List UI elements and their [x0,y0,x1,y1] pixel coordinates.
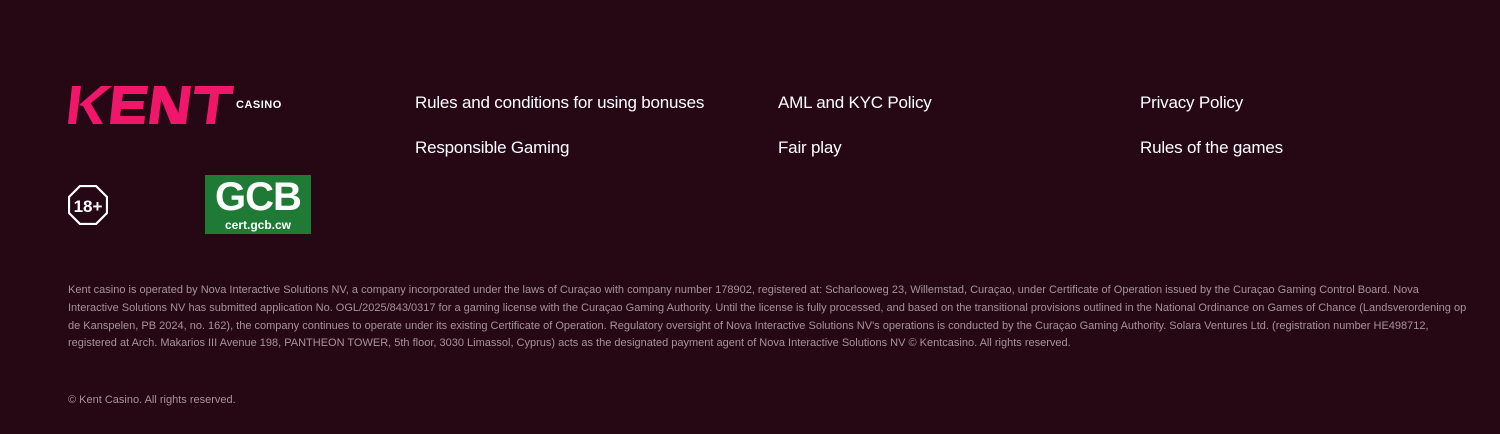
link-privacy-policy[interactable]: Privacy Policy [1140,93,1243,113]
certification-badges: 18+ GCB cert.gcb.cw [68,175,318,235]
kent-wordmark [68,86,234,124]
link-responsible-gaming[interactable]: Responsible Gaming [415,138,569,158]
gcb-title: GCB [215,174,302,219]
footer-nav: Rules and conditions for using bonuses A… [415,93,1415,163]
link-rules-of-games[interactable]: Rules of the games [1140,138,1283,158]
link-aml-kyc-policy[interactable]: AML and KYC Policy [778,93,932,113]
gcb-certificate-badge[interactable]: GCB cert.gcb.cw [205,175,311,234]
legal-disclaimer: Kent casino is operated by Nova Interact… [68,284,1467,350]
kent-casino-logo[interactable]: CASINO [68,84,282,126]
svg-text:18+: 18+ [74,197,103,216]
link-fair-play[interactable]: Fair play [778,138,842,158]
copyright-text: © Kent Casino. All rights reserved. [68,394,236,406]
gcb-url: cert.gcb.cw [224,217,292,232]
casino-label: CASINO [236,99,282,111]
site-footer: CASINO Rules and conditions for using bo… [0,0,1500,434]
link-bonus-rules[interactable]: Rules and conditions for using bonuses [415,93,704,113]
age-18-plus-icon: 18+ [68,185,108,225]
